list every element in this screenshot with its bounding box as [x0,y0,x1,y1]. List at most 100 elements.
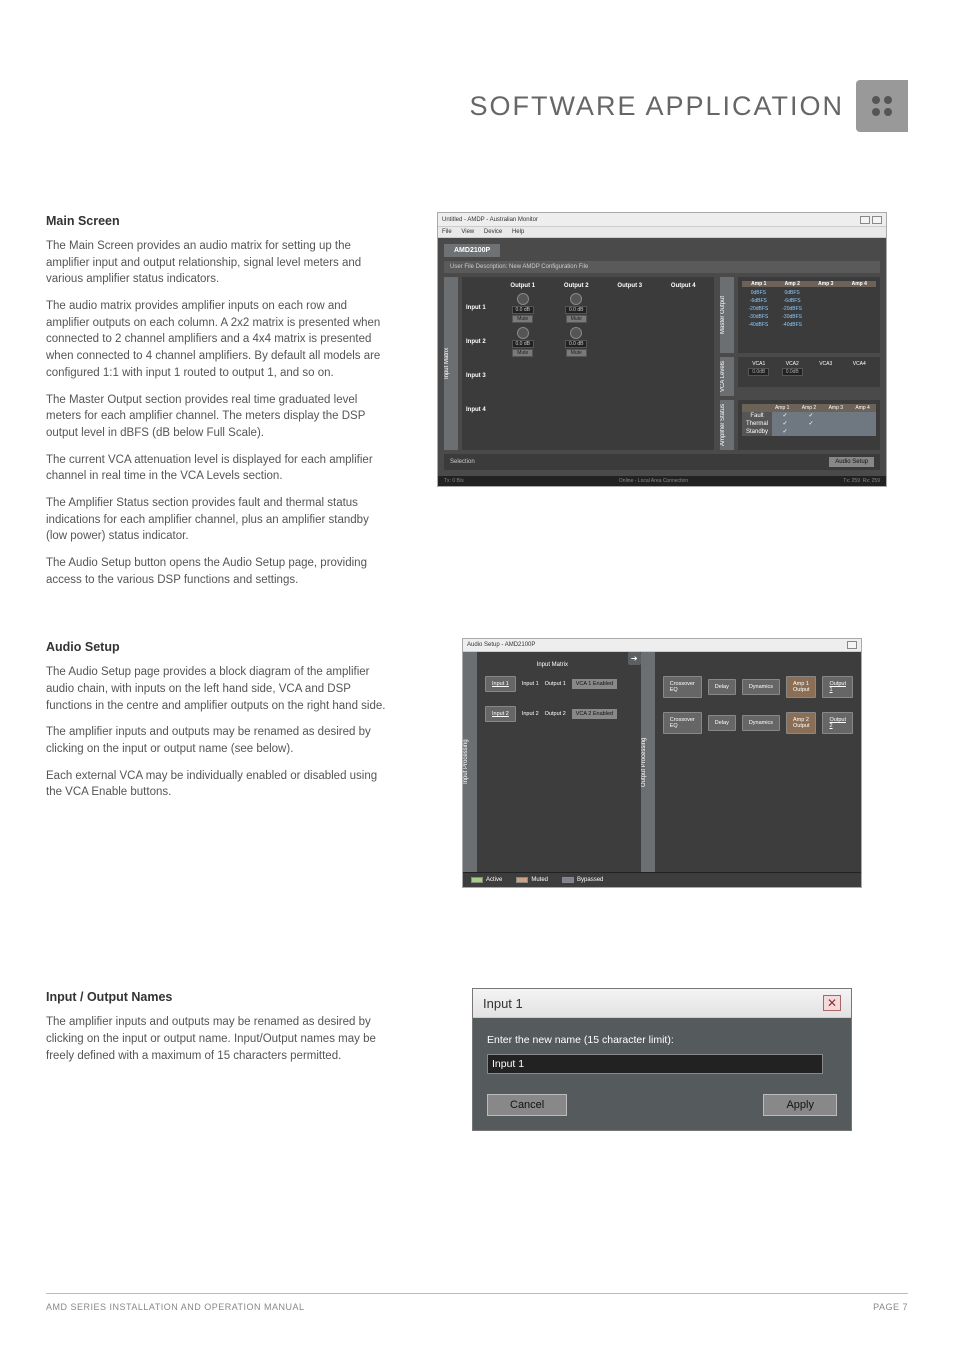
amp-header: Amp 4 [849,404,876,412]
vca-enable-button[interactable]: VCA 1 Enabled [572,679,617,689]
menu-item[interactable]: File [442,229,452,235]
mute-button[interactable]: Mute [512,315,533,323]
amp-header: Amp 3 [809,281,843,287]
audio-setup-heading: Audio Setup [46,638,386,656]
selection-label: Selection [450,459,475,465]
input-name-link[interactable]: Input 1 [485,676,516,692]
brand-dots-icon [856,80,908,132]
input-name-link[interactable]: Input 2 [485,706,516,722]
window-title: Audio Setup - AMD2100P [467,642,535,648]
row-header: Input 1 [466,305,496,311]
menu-item[interactable]: Device [484,229,502,235]
input-matrix-header: Input Matrix [485,662,620,668]
gain-value: 0.0 [516,307,523,313]
amp-header: Amp 1 [769,404,796,412]
row-header: Input 2 [466,339,496,345]
body-text: The amplifier inputs and outputs may be … [46,1014,386,1064]
desc-value[interactable]: New AMDP Configuration File [509,264,588,270]
vca-label: VCA2 [776,361,810,367]
body-text: The amplifier inputs and outputs may be … [46,724,386,757]
legend-swatch [516,877,528,883]
apply-button[interactable]: Apply [763,1094,837,1116]
delay-block[interactable]: Delay [708,679,736,695]
amp-header: Amp 2 [796,404,823,412]
gain-value: 0.0 [569,307,576,313]
gain-knob[interactable] [570,293,582,305]
audio-setup-button[interactable]: Audio Setup [829,457,874,467]
dialog-prompt: Enter the new name (15 character limit): [487,1034,837,1046]
gain-knob[interactable] [517,327,529,339]
amp-header: Amp 4 [843,281,877,287]
amp-output-block[interactable]: Amp 2 Output [786,712,817,734]
output-processing-tab: Output Processing [641,652,655,872]
close-button[interactable] [847,641,857,649]
vca-value: 0.0dB [782,368,803,376]
vca-label: VCA3 [809,361,843,367]
menu-item[interactable]: Help [512,229,524,235]
crossover-eq-block[interactable]: Crossover EQ [663,676,702,698]
status-row-label: Standby [742,428,772,436]
status-text: Online - Local Area Connection [619,478,688,484]
output-name-link[interactable]: Output 1 [822,676,853,698]
col-header: Output 4 [657,281,711,291]
col-header: Output 2 [550,281,604,291]
gain-knob[interactable] [517,293,529,305]
arrow-icon: ➔ [628,652,641,665]
input-matrix-tab: Input Matrix [444,277,458,450]
legend-swatch [471,877,483,883]
menu-bar[interactable]: File View Device Help [438,227,886,238]
legend-label: Muted [531,877,548,883]
body-text: The audio matrix provides amplifier inpu… [46,298,386,381]
gain-knob[interactable] [570,327,582,339]
label: Output 1 [545,681,566,687]
legend-label: Bypassed [577,877,603,883]
device-tab[interactable]: AMD2100P [444,244,500,257]
body-text: The current VCA attenuation level is dis… [46,452,386,485]
close-button[interactable]: ✕ [823,995,841,1011]
output-name-link[interactable]: Output 2 [822,712,853,734]
vca-value: 0.0dB [748,368,769,376]
gain-value: 0.0 [516,341,523,347]
gain-unit: dB [577,341,583,347]
status-row-label: Thermal [742,420,772,428]
amp-status-tab: Amplifier Status [720,400,734,450]
crossover-eq-block[interactable]: Crossover EQ [663,712,702,734]
cancel-button[interactable]: Cancel [487,1094,567,1116]
dynamics-block[interactable]: Dynamics [742,715,780,731]
mute-button[interactable]: Mute [566,315,587,323]
gain-unit: dB [524,341,530,347]
body-text: The Audio Setup page provides a block di… [46,664,386,714]
vca-enable-button[interactable]: VCA 2 Enabled [572,709,617,719]
col-header: Output 1 [496,281,550,291]
legend-label: Active [486,877,502,883]
body-text: The Main Screen provides an audio matrix… [46,238,386,288]
name-input[interactable] [487,1054,823,1074]
body-text: The Master Output section provides real … [46,392,386,442]
amp-header: Amp 2 [776,281,810,287]
vca-levels-tab: VCA Levels [720,357,734,396]
dynamics-block[interactable]: Dynamics [742,679,780,695]
io-names-heading: Input / Output Names [46,988,386,1006]
body-text: The Audio Setup button opens the Audio S… [46,555,386,588]
legend-swatch [562,877,574,883]
footer-left: AMD SERIES INSTALLATION AND OPERATION MA… [46,1302,305,1312]
row-header: Input 4 [466,407,496,413]
delay-block[interactable]: Delay [708,715,736,731]
minimize-button[interactable] [860,216,870,224]
dialog-title: Input 1 [483,996,523,1011]
audio-setup-window: Audio Setup - AMD2100P Input Processing … [462,638,862,888]
menu-item[interactable]: View [461,229,474,235]
main-screen-window: Untitled - AMDP - Australian Monitor Fil… [437,212,887,487]
label: Output 2 [545,711,566,717]
label: Input 1 [522,681,539,687]
body-text: Each external VCA may be individually en… [46,768,386,801]
amp-header: Amp 3 [822,404,849,412]
footer-right: PAGE 7 [873,1302,908,1312]
mute-button[interactable]: Mute [512,349,533,357]
close-button[interactable] [872,216,882,224]
mute-button[interactable]: Mute [566,349,587,357]
gain-unit: dB [577,307,583,313]
meter-scale: 0dBFS -6dBFS -20dBFS -30dBFS -40dBFS [776,289,809,329]
row-header: Input 3 [466,373,496,379]
amp-output-block[interactable]: Amp 1 Output [786,676,817,698]
